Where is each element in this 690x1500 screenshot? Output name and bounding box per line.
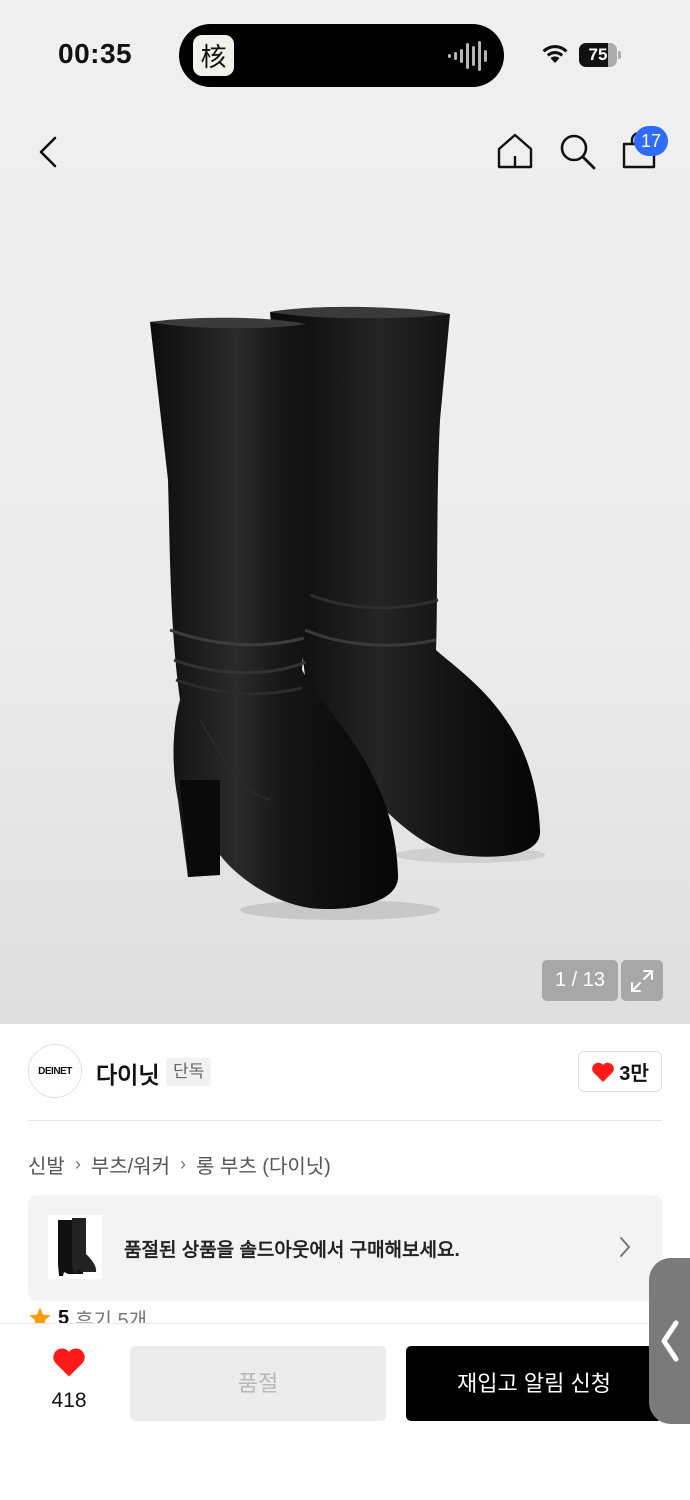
battery-indicator: 75 — [579, 43, 621, 67]
breadcrumb: 신발 › 부츠/워커 › 롱 부츠 (다이닛) — [28, 1150, 331, 1178]
brand-logo[interactable]: DEINET — [28, 1044, 82, 1098]
cart-count-badge: 17 — [634, 126, 668, 156]
status-time: 00:35 — [58, 38, 133, 69]
chevron-right-icon — [620, 1237, 630, 1257]
heart-icon — [53, 1348, 85, 1377]
brand-like-button[interactable]: 3만 — [578, 1051, 662, 1092]
back-button[interactable] — [28, 128, 68, 176]
app-glyph: 核 — [200, 43, 227, 73]
bottom-action-bar: 418 품절 재입고 알림 신청 — [0, 1324, 690, 1500]
calligraphy-app-icon: 核 — [193, 35, 234, 76]
status-bar: 00:35 核 75 — [0, 0, 690, 100]
expand-image-button[interactable] — [621, 960, 663, 1001]
divider — [28, 1120, 662, 1121]
wifi-icon — [542, 44, 568, 63]
brand-name[interactable]: 다이닛 — [96, 1056, 159, 1090]
image-counter: 1 / 13 — [542, 960, 618, 1001]
breadcrumb-item-long-boots[interactable]: 롱 부츠 (다이닛) — [196, 1150, 331, 1179]
brand-like-count: 3만 — [619, 1063, 649, 1085]
breadcrumb-item-boots[interactable]: 부츠/워커 — [91, 1150, 170, 1179]
soldout-thumbnail — [48, 1215, 102, 1279]
chevron-right-icon: › — [179, 1153, 186, 1174]
dynamic-island[interactable]: 核 — [179, 24, 504, 87]
home-icon — [497, 133, 533, 169]
heart-icon — [592, 1062, 615, 1082]
product-photo-boots — [150, 306, 545, 920]
audio-wave-icon — [448, 41, 487, 71]
side-panel-handle[interactable] — [649, 1258, 690, 1424]
breadcrumb-item-shoes[interactable]: 신발 — [28, 1150, 65, 1179]
search-icon — [560, 134, 596, 170]
restock-alert-button[interactable]: 재입고 알림 신청 — [406, 1346, 662, 1421]
chevron-right-icon: › — [74, 1153, 81, 1174]
soldout-banner[interactable]: 품절된 상품을 솔드아웃에서 구매해보세요. — [28, 1195, 662, 1301]
chevron-left-icon — [661, 1320, 679, 1362]
soldout-banner-text: 품절된 상품을 솔드아웃에서 구매해보세요. — [124, 1240, 460, 1261]
like-button[interactable]: 418 — [36, 1346, 102, 1413]
battery-level: 75 — [588, 45, 608, 64]
home-button[interactable] — [494, 130, 536, 172]
brand-logo-text: DEINET — [38, 1065, 72, 1077]
chevron-left-icon — [39, 136, 57, 168]
soldout-button: 품절 — [130, 1346, 386, 1421]
like-count: 418 — [51, 1389, 87, 1412]
exclusive-tag: 단독 — [166, 1058, 212, 1086]
product-image-gallery[interactable]: 17 1 / 13 — [0, 100, 690, 1024]
boots-thumbnail-image — [58, 1218, 97, 1276]
search-button[interactable] — [556, 130, 598, 172]
expand-icon — [631, 969, 653, 992]
